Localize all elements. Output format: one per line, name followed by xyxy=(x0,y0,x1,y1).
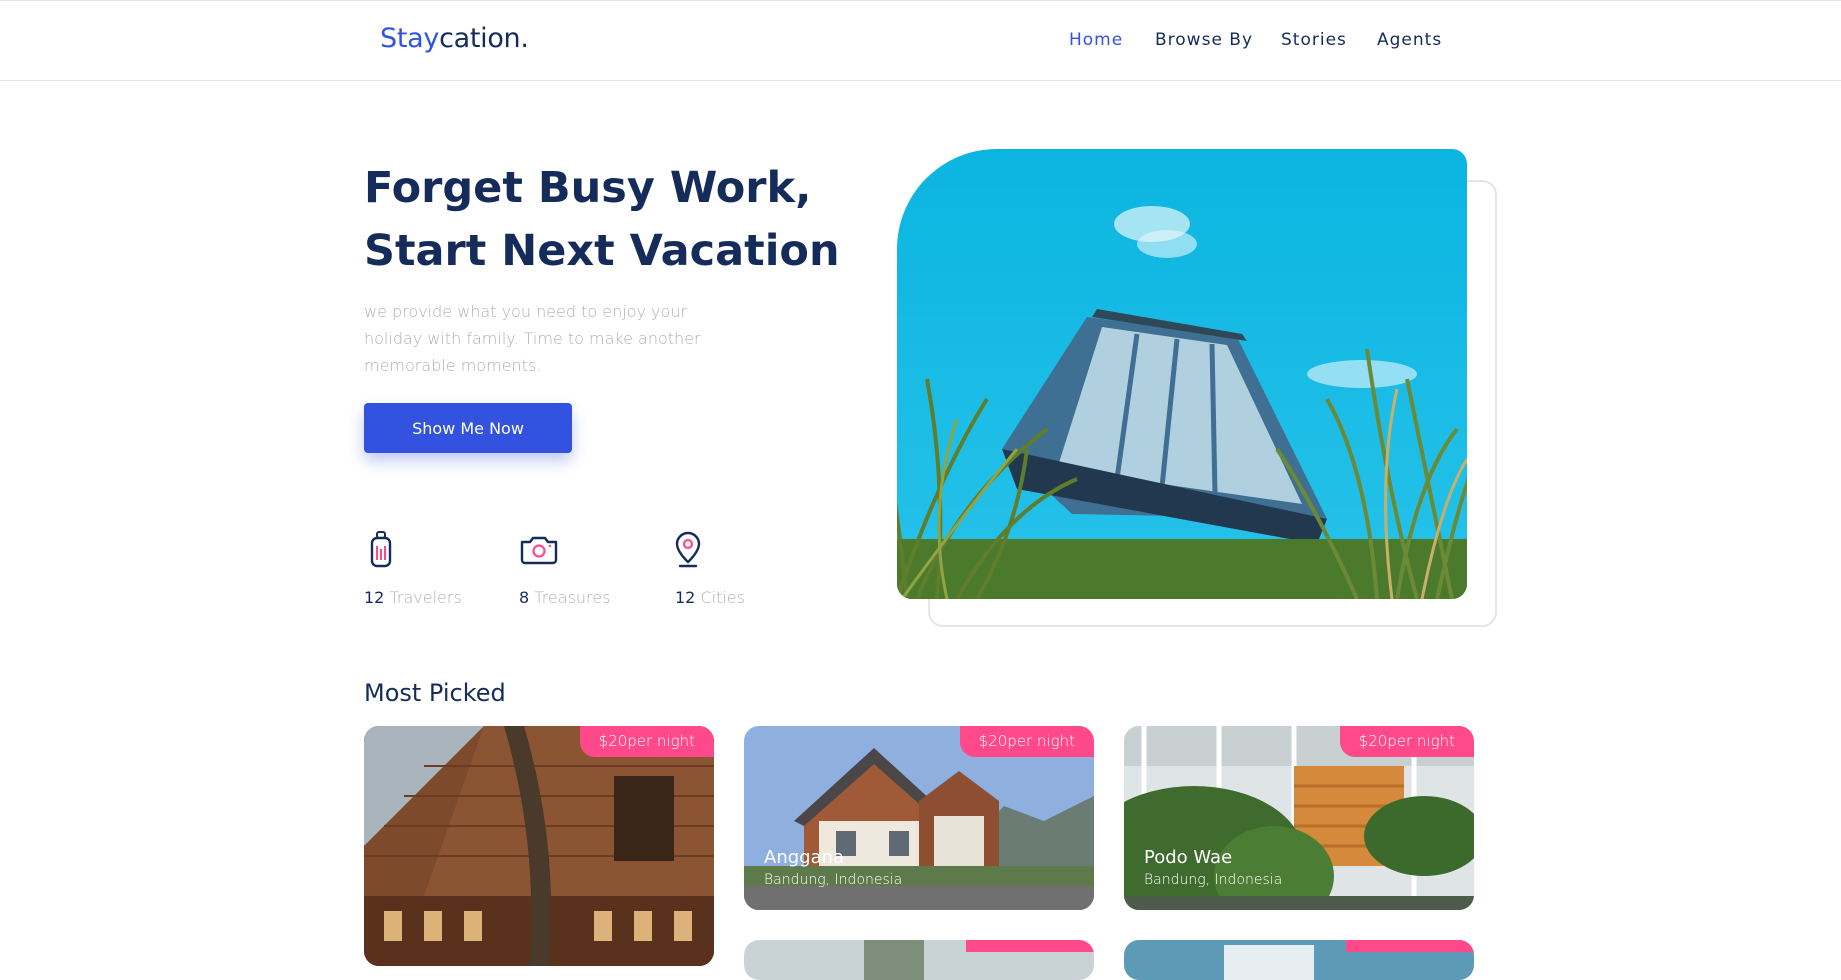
price-tag: $20per night xyxy=(579,726,714,757)
card-title: Anggana xyxy=(764,847,845,868)
stat-number: 12 xyxy=(675,588,696,607)
stat-number: 8 xyxy=(519,588,530,607)
hero-title: Forget Busy Work, Start Next Vacation xyxy=(364,157,884,283)
hero-image xyxy=(897,149,1467,599)
card-location: Bandung, Indonesia xyxy=(1144,872,1283,888)
brand-logo-part2: cation. xyxy=(439,23,529,54)
luggage-icon xyxy=(370,531,392,568)
card-location: Bandung, Indonesia xyxy=(764,872,903,888)
show-me-now-button[interactable]: Show Me Now xyxy=(364,403,572,453)
nav-link-browse-by[interactable]: Browse By xyxy=(1155,30,1253,50)
brand-logo[interactable]: Staycation. xyxy=(380,23,529,54)
nav-link-stories[interactable]: Stories xyxy=(1281,30,1347,50)
stat-label: Treasures xyxy=(534,588,611,607)
most-picked-card[interactable] xyxy=(744,940,1094,980)
hero-subtitle: we provide what you need to enjoy your h… xyxy=(364,302,701,375)
price-tag: $20per night xyxy=(1339,726,1474,757)
nav-link-home[interactable]: Home xyxy=(1069,30,1123,50)
stat-number: 12 xyxy=(364,588,385,607)
hero-title-line-1: Forget Busy Work, xyxy=(364,163,812,213)
card-image xyxy=(1124,940,1474,980)
nav-link-agents[interactable]: Agents xyxy=(1377,30,1442,50)
stat-label: Cities xyxy=(700,588,745,607)
map-pin-icon xyxy=(675,531,701,568)
stat-label: Travelers xyxy=(389,588,462,607)
price-tag: $20per night xyxy=(959,726,1094,757)
top-navbar: Staycation. Home Browse By Stories Agent… xyxy=(0,0,1841,81)
section-title-most-picked: Most Picked xyxy=(364,679,506,707)
most-picked-card-podo-wae[interactable]: $20per night Podo Wae Bandung, Indonesia xyxy=(1124,726,1474,910)
camera-icon xyxy=(520,536,558,565)
card-title: Podo Wae xyxy=(1144,847,1233,868)
hero-title-line-2: Start Next Vacation xyxy=(364,226,840,276)
card-image xyxy=(364,726,714,966)
most-picked-card-anggana[interactable]: $20per night Anggana Bandung, Indonesia xyxy=(744,726,1094,910)
card-image xyxy=(744,940,1094,980)
stat-treasures: 8 Treasures xyxy=(519,530,610,607)
stat-travelers: 12 Travelers xyxy=(364,530,462,607)
brand-logo-part1: Stay xyxy=(380,23,440,54)
most-picked-card[interactable]: $20per night xyxy=(364,726,714,966)
stat-cities: 12 Cities xyxy=(675,530,745,607)
most-picked-card[interactable] xyxy=(1124,940,1474,980)
